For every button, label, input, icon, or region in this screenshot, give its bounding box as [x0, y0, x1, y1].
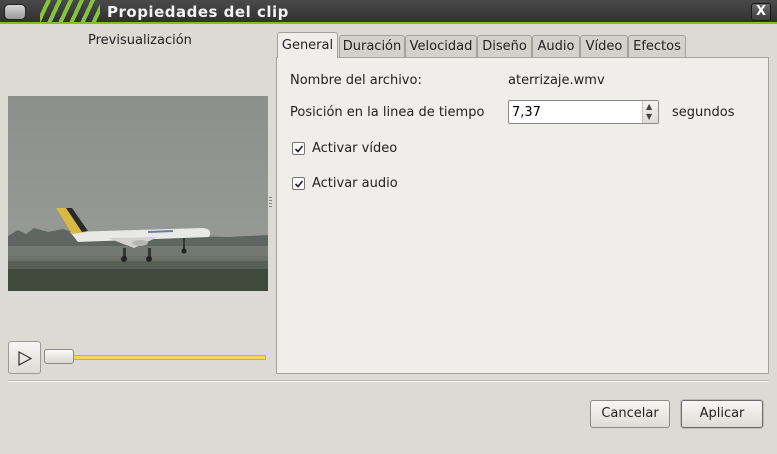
tab-efectos[interactable]: Efectos: [628, 35, 686, 57]
play-icon: [18, 351, 32, 366]
preview-label: Previsualización: [88, 33, 192, 48]
tab-general[interactable]: General: [277, 32, 338, 58]
window-menu-button[interactable]: [4, 4, 26, 20]
titlebar-decoration: [40, 0, 100, 24]
airplane-landing-thumbnail: [8, 96, 268, 291]
tab-video[interactable]: Vídeo: [580, 35, 628, 57]
position-unit-label: segundos: [672, 105, 735, 120]
timeline-position-label: Posición en la linea de tiempo: [290, 105, 485, 120]
filename-value: aterrizaje.wmv: [508, 73, 605, 88]
filename-label: Nombre del archivo:: [290, 73, 422, 88]
spin-arrows[interactable]: ▲ ▼: [642, 101, 658, 123]
timeline-slider-track[interactable]: [46, 355, 266, 360]
window-title: Propiedades del clip: [107, 3, 289, 21]
video-preview-image: [8, 96, 268, 291]
check-icon: [294, 145, 304, 153]
spin-up-icon[interactable]: ▲: [646, 103, 652, 111]
tab-velocidad[interactable]: Velocidad: [405, 35, 477, 57]
tab-duracion[interactable]: Duración: [339, 35, 405, 57]
enable-audio-label[interactable]: Activar audio: [312, 176, 398, 191]
cancel-button[interactable]: Cancelar: [590, 400, 670, 428]
spin-down-icon[interactable]: ▼: [646, 113, 652, 121]
enable-audio-checkbox[interactable]: [292, 177, 305, 190]
close-button[interactable]: X: [751, 3, 771, 21]
play-button[interactable]: [8, 341, 41, 374]
apply-button[interactable]: Aplicar: [681, 400, 763, 428]
timeline-position-input[interactable]: [512, 104, 637, 120]
titlebar-accent-line: [0, 22, 777, 24]
tab-diseno[interactable]: Diseño: [477, 35, 532, 57]
timeline-slider-handle[interactable]: [44, 349, 74, 364]
tab-audio[interactable]: Audio: [532, 35, 580, 57]
enable-video-label[interactable]: Activar vídeo: [312, 141, 397, 156]
enable-video-checkbox[interactable]: [292, 142, 305, 155]
check-icon: [294, 180, 304, 188]
timeline-position-spinbox[interactable]: ▲ ▼: [508, 100, 659, 124]
separator: [8, 380, 769, 382]
pane-resize-handle[interactable]: [269, 197, 272, 209]
